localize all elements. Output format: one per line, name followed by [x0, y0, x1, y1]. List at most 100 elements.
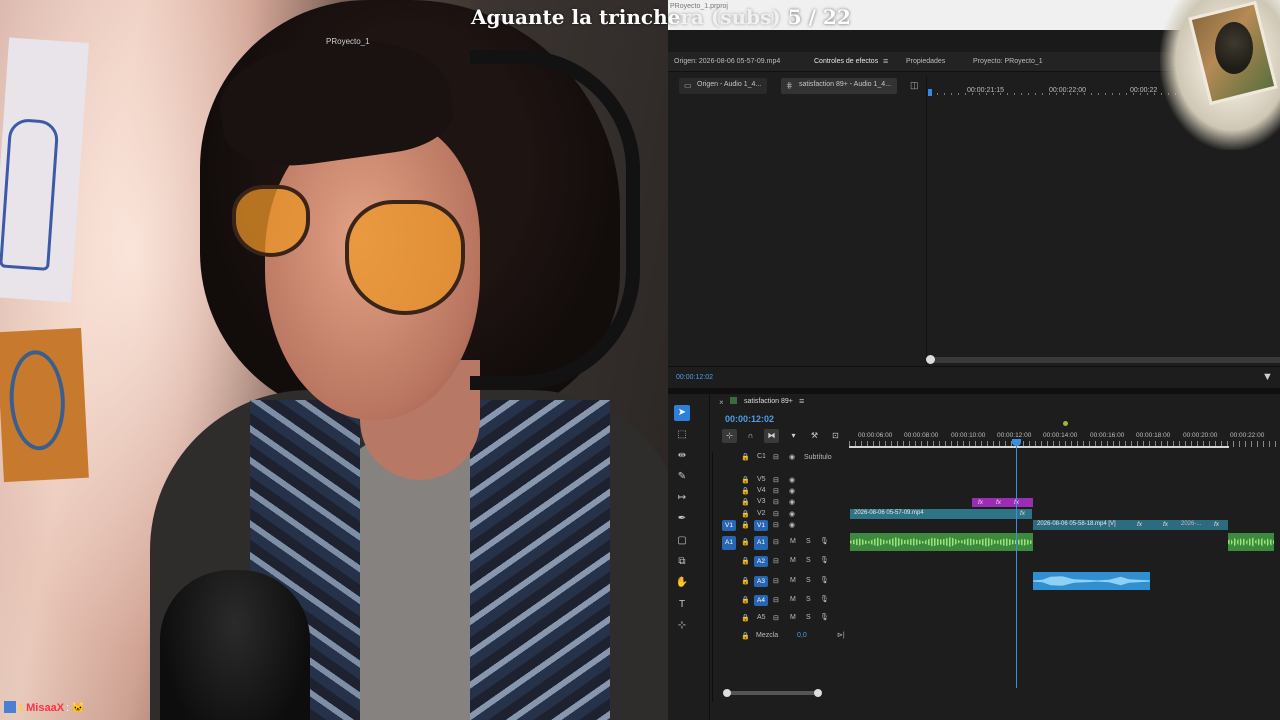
sync-lock-icon[interactable]: ⊟	[773, 510, 779, 518]
track-label-v5[interactable]: V5	[757, 476, 766, 483]
eye-icon[interactable]: ◉	[789, 476, 795, 484]
timeline-scroll-start-handle[interactable]	[723, 689, 731, 697]
microphone-icon[interactable]: 🎙	[820, 613, 829, 621]
sync-lock-icon[interactable]: ⊟	[773, 596, 779, 604]
effect-scrollbar[interactable]	[932, 357, 1280, 363]
snap-magnet-icon[interactable]: ∩	[743, 429, 758, 443]
sync-lock-icon[interactable]: ⊟	[773, 498, 779, 506]
tab-effect-controls[interactable]: Controles de efectos	[814, 58, 878, 65]
timeline-scroll-end-handle[interactable]	[814, 689, 822, 697]
sync-lock-icon[interactable]: ⊟	[773, 538, 779, 546]
effect-timecode[interactable]: 00:00:12:02	[676, 374, 713, 381]
solo-button[interactable]: S	[806, 596, 811, 603]
ripple-edit-tool-icon[interactable]: ⇹	[674, 448, 690, 464]
slip-tool-icon[interactable]: ↦	[674, 490, 690, 506]
pen-tool-icon[interactable]: ✒	[674, 511, 690, 527]
lock-icon[interactable]: 🔒	[741, 538, 750, 546]
track-label-v1[interactable]: V1	[754, 520, 768, 531]
lock-icon[interactable]: 🔒	[741, 498, 750, 506]
track-label-a1[interactable]: A1	[754, 536, 768, 550]
add-marker-icon[interactable]: ▾	[786, 429, 801, 443]
eye-icon[interactable]: ◉	[789, 510, 795, 518]
effect-panel-divider[interactable]	[926, 76, 927, 366]
lock-icon[interactable]: 🔒	[741, 487, 750, 495]
captions-icon[interactable]: ⊡	[828, 429, 843, 443]
lock-icon[interactable]: 🔒	[741, 614, 750, 622]
timeline-timecode[interactable]: 00:00:12:02	[725, 414, 774, 424]
subtab-sequence-clip[interactable]: ⋕ satisfaction 89+ - Audio 1_4...	[781, 78, 898, 94]
audio-clip-a1-end[interactable]	[1228, 533, 1274, 551]
rectangle-tool-icon[interactable]: ▢	[674, 533, 690, 549]
linked-selection-icon[interactable]: ⧓	[764, 429, 779, 443]
eye-icon[interactable]: ◉	[789, 521, 795, 529]
frame-tool-icon[interactable]: ⧉	[674, 554, 690, 570]
mute-button[interactable]: M	[790, 614, 796, 621]
eye-icon[interactable]: ◉	[789, 498, 795, 506]
selection-tool-icon[interactable]: ➤	[674, 405, 690, 421]
source-patch-a1[interactable]: A1	[722, 536, 736, 550]
sync-lock-icon[interactable]: ⊟	[773, 453, 779, 461]
eye-icon[interactable]: ◉	[789, 453, 795, 461]
sync-lock-icon[interactable]: ⊟	[773, 487, 779, 495]
lock-icon[interactable]: 🔒	[741, 577, 750, 585]
sequence-menu-icon[interactable]: ≡	[799, 396, 804, 406]
lock-icon[interactable]: 🔒	[741, 453, 750, 461]
sync-lock-icon[interactable]: ⊟	[773, 577, 779, 585]
audio-clip-a1[interactable]	[850, 533, 1033, 551]
sync-lock-icon[interactable]: ⊟	[773, 614, 779, 622]
mute-button[interactable]: M	[790, 538, 796, 545]
track-label-v2[interactable]: V2	[757, 510, 766, 517]
solo-button[interactable]: S	[806, 538, 811, 545]
caption-tool-icon[interactable]: ⊹	[674, 618, 690, 634]
track-select-tool-icon[interactable]: ⬚	[674, 427, 690, 443]
track-label-a3[interactable]: A3	[754, 576, 768, 587]
nest-sequence-icon[interactable]: ⊹	[722, 429, 737, 443]
work-area-bar[interactable]	[849, 446, 1229, 448]
timeline-playhead[interactable]	[1016, 442, 1017, 688]
track-label-v3[interactable]: V3	[757, 498, 766, 505]
eye-icon[interactable]: ◉	[789, 487, 795, 495]
wrench-icon[interactable]: ⚒	[807, 429, 822, 443]
microphone-icon[interactable]: 🎙	[820, 576, 829, 584]
sync-lock-icon[interactable]: ⊟	[773, 521, 779, 529]
go-to-out-icon[interactable]: ⊳|	[837, 631, 845, 639]
track-label-a2[interactable]: A2	[754, 556, 768, 567]
close-sequence-icon[interactable]: ×	[719, 398, 724, 407]
tab-source[interactable]: Origen: 2026-08-06 05-57-09.mp4	[674, 58, 780, 65]
mute-button[interactable]: M	[790, 596, 796, 603]
hand-tool-icon[interactable]: ✋	[674, 575, 690, 591]
lock-icon[interactable]: 🔒	[741, 476, 750, 484]
razor-tool-icon[interactable]: ✎	[674, 469, 690, 485]
tab-project[interactable]: Proyecto: PRoyecto_1	[973, 58, 1043, 65]
effect-scroll-handle[interactable]	[926, 355, 935, 364]
microphone-icon[interactable]: 🎙	[820, 595, 829, 603]
timeline-zoom-scrollbar[interactable]	[727, 691, 819, 695]
lock-icon[interactable]: 🔒	[741, 557, 750, 565]
source-patch-v1[interactable]: V1	[722, 520, 736, 531]
subtab-source-clip[interactable]: ▭ Origen - Audio 1_4...	[679, 78, 768, 94]
lock-icon[interactable]: 🔒	[741, 510, 750, 518]
microphone-icon[interactable]: 🎙	[820, 537, 829, 545]
mix-volume-value[interactable]: 0,0	[797, 632, 807, 639]
panel-layout-icon[interactable]: ◫	[910, 80, 919, 91]
lock-icon[interactable]: 🔒	[741, 596, 750, 604]
video-clip-v2[interactable]: 2026-08-06 05-57-09.mp4	[850, 509, 1032, 519]
lock-icon[interactable]: 🔒	[741, 632, 750, 640]
track-label-a5[interactable]: A5	[757, 614, 766, 621]
filter-icon[interactable]: ▼	[1262, 371, 1273, 383]
audio-clip-a3[interactable]	[1033, 572, 1150, 590]
adjustment-clip[interactable]: fx fx fx	[972, 498, 1033, 507]
mute-button[interactable]: M	[790, 557, 796, 564]
track-label-a4[interactable]: A4	[754, 595, 768, 606]
tab-properties[interactable]: Propiedades	[906, 58, 945, 65]
solo-button[interactable]: S	[806, 614, 811, 621]
sequence-tab[interactable]: satisfaction 89+	[744, 398, 793, 405]
type-tool-icon[interactable]: T	[674, 597, 690, 613]
solo-button[interactable]: S	[806, 557, 811, 564]
microphone-icon[interactable]: 🎙	[820, 556, 829, 564]
lock-icon[interactable]: 🔒	[741, 521, 750, 529]
mute-button[interactable]: M	[790, 577, 796, 584]
sync-lock-icon[interactable]: ⊟	[773, 476, 779, 484]
sync-lock-icon[interactable]: ⊟	[773, 557, 779, 565]
track-label-v4[interactable]: V4	[757, 487, 766, 494]
